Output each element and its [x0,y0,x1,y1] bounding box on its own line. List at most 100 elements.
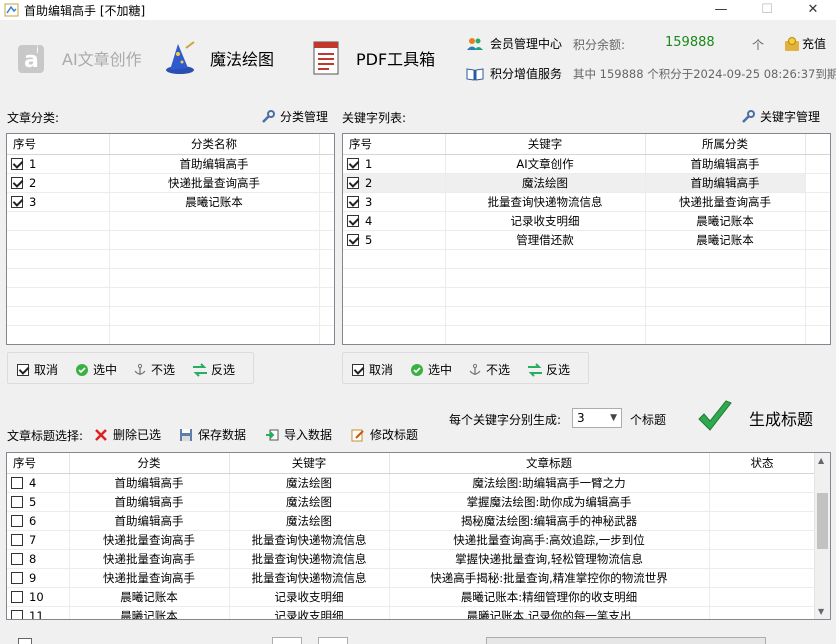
edit-title-button[interactable]: 修改标题 [350,426,418,443]
title-count-value: 3 [577,411,585,425]
row-checkbox[interactable] [11,176,23,189]
bottom-input-2[interactable] [318,637,348,644]
category-row[interactable]: 2 快递批量查询高手 [7,173,334,193]
category-manage-button[interactable]: 分类管理 [260,108,328,125]
bottom-input-1[interactable] [272,637,302,644]
svg-text:i: i [36,45,39,56]
title-category: 快递批量查询高手 [69,530,230,550]
title-status [709,492,816,512]
title-keyword: 记录收支明细 [229,587,390,607]
category-unselect-button[interactable]: 不选 [132,361,175,378]
category-select-button[interactable]: 选中 [74,361,117,378]
ai-article-button[interactable]: ai AI文章创作 [12,34,142,82]
red-x-icon [93,428,109,442]
keyword-unselect-button[interactable]: 不选 [467,361,510,378]
keyword-row[interactable]: 3 批量查询快递物流信息 快递批量查询高手 [343,192,830,212]
member-center-link[interactable]: 会员管理中心 [466,35,562,52]
category-row[interactable]: 1 首助编辑高手 [7,154,334,174]
title-no: 8 [29,551,37,566]
title-text: 快递高手揭秘:批量查询,精准掌控你的物流世界 [389,568,710,588]
title-keyword: 魔法绘图 [229,492,390,512]
keyword-cancel-button[interactable]: 取消 [350,361,393,378]
row-checkbox[interactable] [11,157,23,170]
anchor-icon [132,363,148,377]
keyword-category: 首助编辑高手 [645,173,806,193]
title-row[interactable]: 8 快递批量查询高手 批量查询快递物流信息 掌握快递批量查询,轻松管理物流信息 [7,549,816,569]
import-data-button[interactable]: 导入数据 [264,426,332,443]
title-count-unit: 个标题 [630,413,667,427]
title-text: 揭秘魔法绘图:编辑高手的神秘武器 [389,511,710,531]
anchor-icon [467,363,483,377]
row-checkbox[interactable] [347,157,359,170]
category-invert-button[interactable]: 反选 [192,361,235,378]
keyword-select-button[interactable]: 选中 [409,361,452,378]
keyword-no: 1 [365,156,373,171]
scroll-down-icon[interactable]: ▼ [818,607,824,616]
pdf-tools-button[interactable]: PDF工具箱 [306,34,435,82]
category-cancel-button[interactable]: 取消 [15,361,58,378]
category-manage-label: 分类管理 [280,110,329,124]
swap-arrows-icon [527,362,543,377]
title-text: 快递批量查询高手:高效追踪,一步到位 [389,530,710,550]
row-checkbox[interactable] [11,571,23,584]
title-row[interactable]: 5 首助编辑高手 魔法绘图 掌握魔法绘图:助你成为编辑高手 [7,492,816,512]
keyword-row[interactable]: 4 记录收支明细 晨曦记账本 [343,211,830,231]
keyword-row[interactable]: 1 AI文章创作 首助编辑高手 [343,154,830,174]
keyword-category: 首助编辑高手 [645,154,806,174]
title-keyword: 记录收支明细 [229,606,390,619]
delete-selected-button[interactable]: 删除已选 [93,426,161,443]
row-checkbox[interactable] [11,514,23,527]
wrench-icon [740,109,756,124]
title-row[interactable]: 11 晨曦记账本 记录收支明细 晨曦记账本,记录你的每一笔支出 [7,606,816,619]
magic-draw-button[interactable]: 魔法绘图 [160,34,274,82]
keyword-no: 3 [365,194,373,209]
category-name: 首助编辑高手 [109,154,320,174]
row-checkbox[interactable] [347,214,359,227]
swap-arrows-icon [192,362,208,377]
row-checkbox[interactable] [11,552,23,565]
maximize-button[interactable]: ☐ [744,0,790,20]
title-status [709,549,816,569]
minimize-button[interactable]: — [698,0,744,20]
close-button[interactable]: ✕ [790,0,836,20]
keyword-manage-button[interactable]: 关键字管理 [740,108,820,125]
title-grid-scrollbar[interactable]: ▲ ▼ [814,453,830,619]
row-checkbox[interactable] [11,495,23,508]
keyword-manage-label: 关键字管理 [760,110,821,124]
title-row[interactable]: 9 快递批量查询高手 批量查询快递物流信息 快递高手揭秘:批量查询,精准掌控你的… [7,568,816,588]
category-grid[interactable]: 序号 分类名称 1 首助编辑高手 2 快递批量查询高手 3 晨曦记账本 [6,133,335,345]
row-checkbox[interactable] [11,195,23,208]
keyword-invert-button[interactable]: 反选 [527,361,570,378]
keyword-text: 记录收支明细 [445,211,646,231]
title-row[interactable]: 6 首助编辑高手 魔法绘图 揭秘魔法绘图:编辑高手的神秘武器 [7,511,816,531]
row-checkbox[interactable] [11,476,23,489]
row-checkbox[interactable] [11,609,23,619]
title-count-select[interactable]: 3 ▼ [572,408,622,428]
keyword-row[interactable]: 5 管理借还款 晨曦记账本 [343,230,830,250]
recharge-button[interactable]: 充值 [784,35,826,52]
points-balance-value: 159888 [665,35,715,50]
users-icon [466,36,484,52]
row-checkbox[interactable] [347,195,359,208]
save-data-button[interactable]: 保存数据 [178,426,246,443]
bottom-checkbox[interactable] [18,638,32,644]
generate-titles-button[interactable]: 生成标题 [696,399,813,437]
wrench-icon [260,109,276,124]
title-grid[interactable]: 序号 分类 关键字 文章标题 状态 4 首助编辑高手 魔法绘图 魔法绘图:助编辑… [6,452,831,620]
scrollbar-thumb[interactable] [817,493,828,549]
keyword-grid[interactable]: 序号 关键字 所属分类 1 AI文章创作 首助编辑高手 2 魔法绘图 首助编辑高… [342,133,831,345]
title-row[interactable]: 7 快递批量查询高手 批量查询快递物流信息 快递批量查询高手:高效追踪,一步到位 [7,530,816,550]
category-select-label: 选中 [93,363,118,377]
scroll-up-icon[interactable]: ▲ [818,456,824,465]
keyword-row[interactable]: 2 魔法绘图 首助编辑高手 [343,173,830,193]
row-checkbox[interactable] [11,590,23,603]
category-row[interactable]: 3 晨曦记账本 [7,192,334,212]
title-row[interactable]: 4 首助编辑高手 魔法绘图 魔法绘图:助编辑高手一臂之力 [7,473,816,493]
points-addon-link[interactable]: 积分增值服务 [466,65,562,82]
row-checkbox[interactable] [347,176,359,189]
title-row[interactable]: 10 晨曦记账本 记录收支明细 晨曦记账本:精细管理你的收支明细 [7,587,816,607]
category-header-name: 分类名称 [109,134,320,155]
row-checkbox[interactable] [11,533,23,546]
title-no: 4 [29,475,37,490]
row-checkbox[interactable] [347,233,359,246]
